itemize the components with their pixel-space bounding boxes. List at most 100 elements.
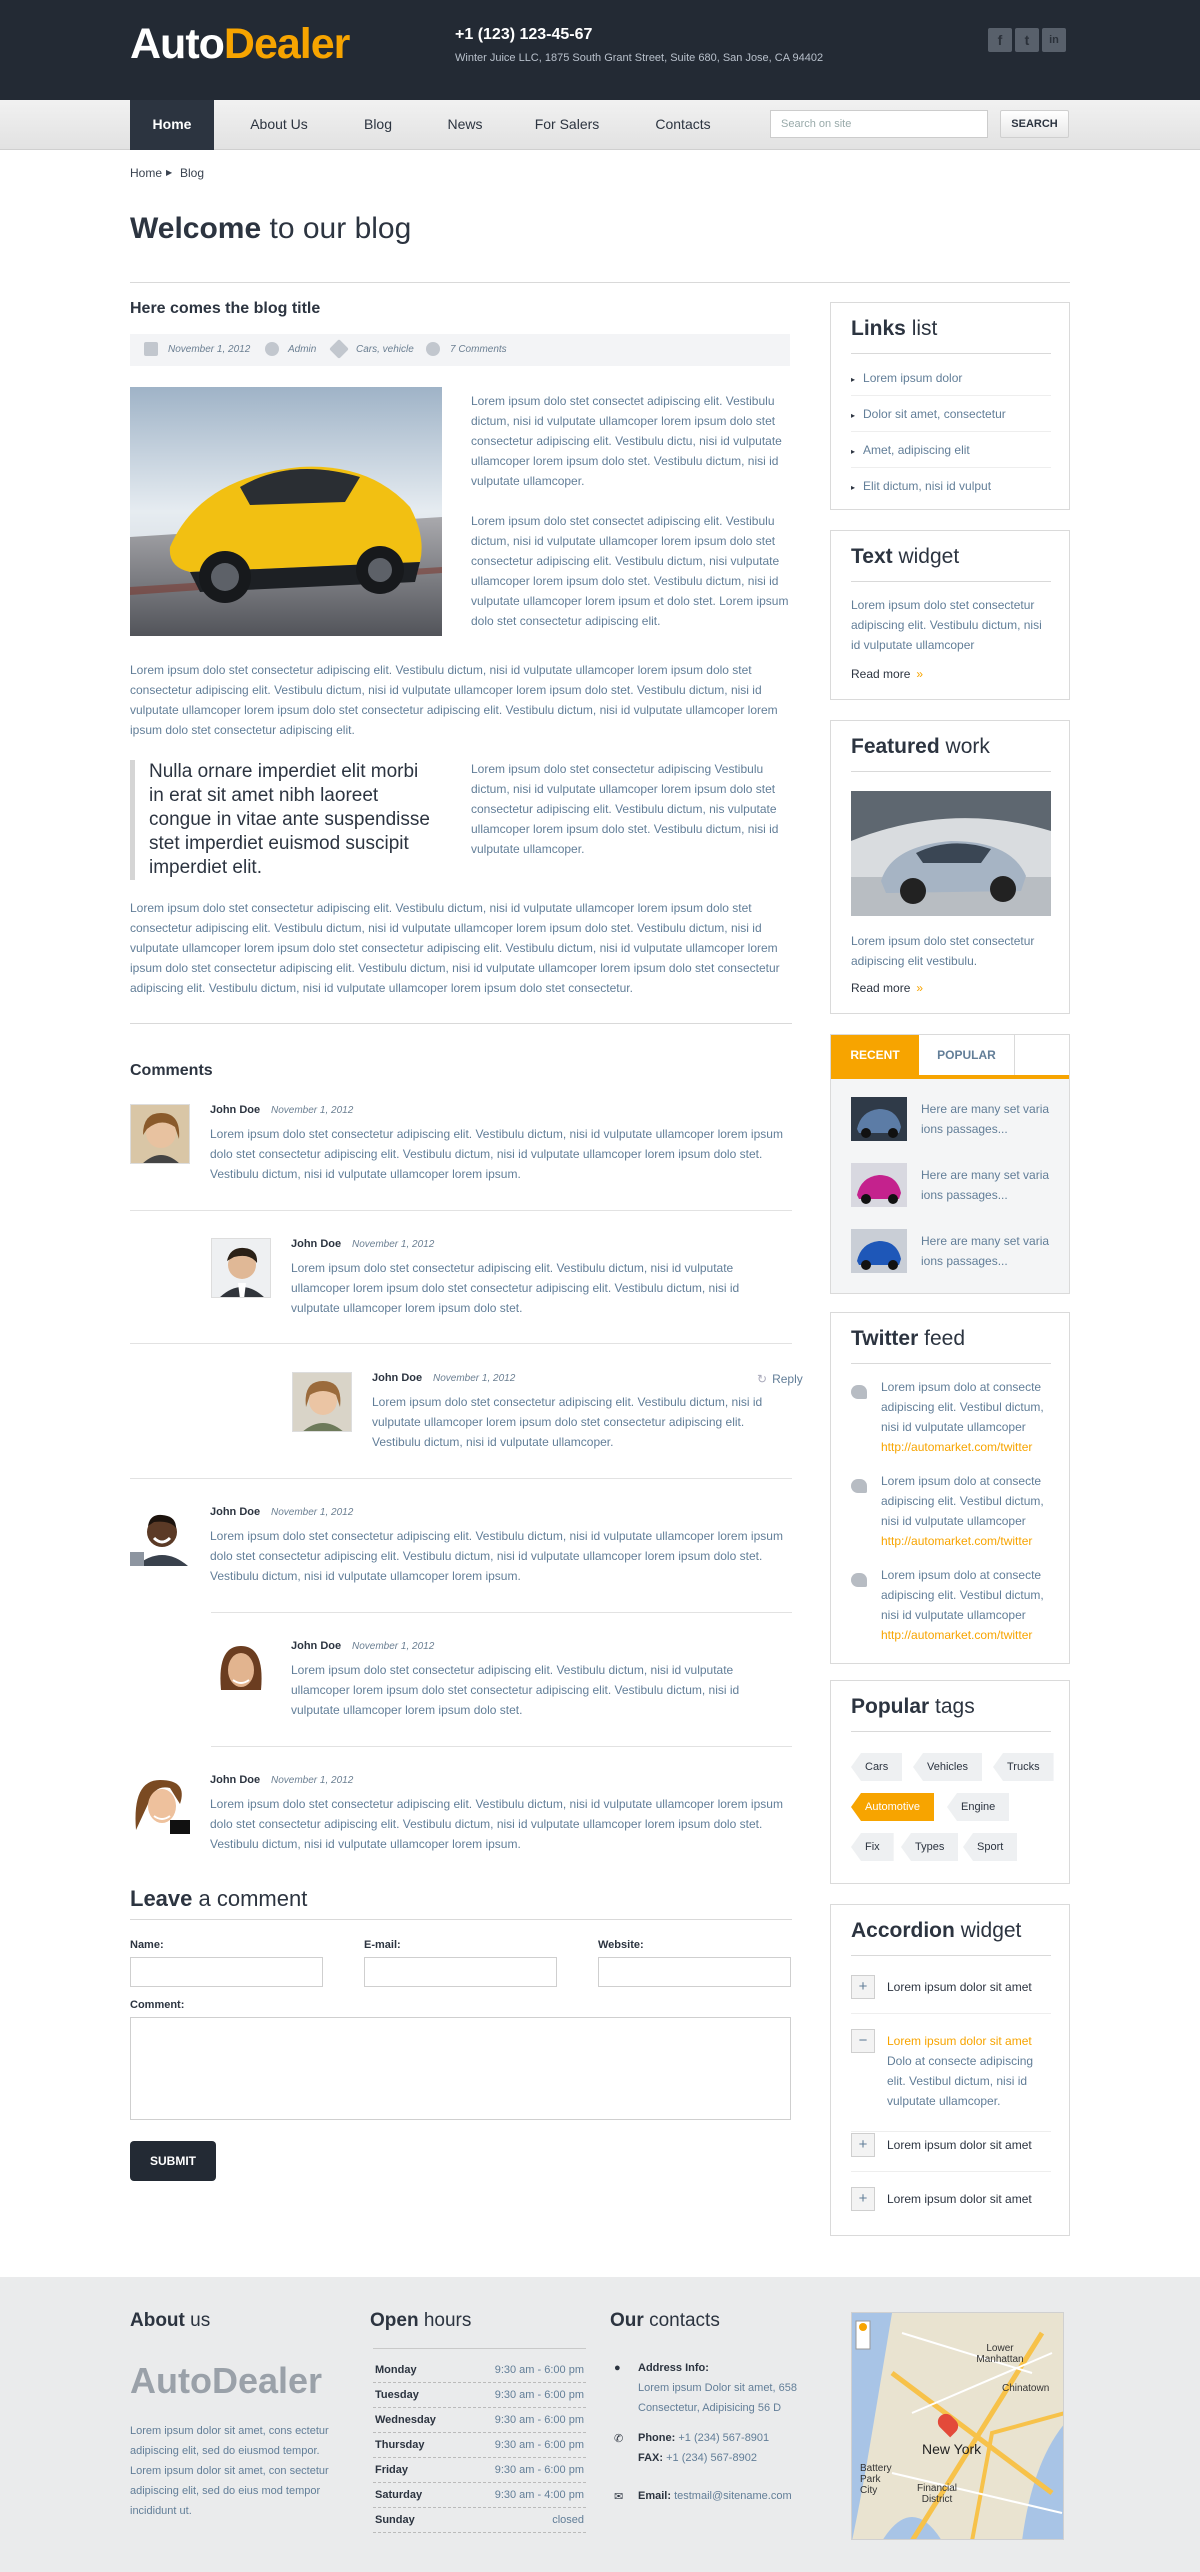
twitter-bird-icon — [851, 1573, 867, 1587]
nav-contacts[interactable]: Contacts — [638, 100, 728, 150]
tweet-link[interactable]: http://automarket.com/twitter — [881, 1625, 1053, 1645]
comment-textarea[interactable] — [130, 2017, 791, 2120]
post-comments-count[interactable]: 7 Comments — [450, 344, 507, 355]
tab-recent[interactable]: RECENT — [831, 1035, 919, 1075]
nav-about[interactable]: About Us — [230, 100, 328, 150]
submit-button[interactable]: SUBMIT — [130, 2141, 216, 2181]
hours-row: Thursday 9:30 am - 6:00 pm — [373, 2433, 586, 2458]
accordion-divider — [851, 2171, 1051, 2172]
post-author[interactable]: Admin — [288, 344, 316, 355]
tag-types[interactable]: Types — [901, 1833, 959, 1861]
post-divider — [130, 1023, 792, 1024]
footer-about-title: About us — [130, 2310, 210, 2332]
leave-title-bold: Leave — [130, 1886, 193, 1911]
comment-author: John Doe — [372, 1372, 423, 1384]
email-value: testmail@sitename.com — [674, 2490, 792, 2502]
name-field[interactable] — [130, 1957, 323, 1987]
breadcrumb-current: Blog — [180, 166, 205, 180]
link-divider — [851, 467, 1051, 468]
hours-row: Tuesday 9:30 am - 6:00 pm — [373, 2383, 586, 2408]
post-meta: November 1, 2012 Admin Cars, vehicle 7 C… — [130, 334, 790, 366]
nav-news[interactable]: News — [430, 100, 500, 150]
facebook-icon[interactable]: f — [988, 28, 1012, 52]
nav-home[interactable]: Home — [130, 100, 214, 150]
text-title-rest: widget — [898, 545, 960, 568]
post-blockquote: Nulla ornare imperdiet elit morbi in era… — [130, 760, 435, 880]
comment-item: John Doe November 1, 2012 Lorem ipsum do… — [211, 1238, 792, 1338]
plus-icon[interactable]: + — [851, 2187, 875, 2211]
twitter-icon[interactable]: t — [1015, 28, 1039, 52]
comment-text: Lorem ipsum dolo stet consectetur adipis… — [372, 1395, 763, 1449]
recent-item[interactable]: Here are many set varia ions passages... — [851, 1229, 1061, 1273]
widget-divider — [851, 1363, 1051, 1364]
accordion-title-rest: widget — [960, 1919, 1022, 1942]
nav-blog[interactable]: Blog — [348, 100, 408, 150]
read-more-link[interactable]: Read more » — [851, 981, 923, 995]
tab-popular[interactable]: POPULAR — [919, 1035, 1015, 1075]
reply-link[interactable]: ↻ Reply — [757, 1372, 803, 1386]
accordion-item-label[interactable]: Lorem ipsum dolor sit amet — [887, 2192, 1032, 2206]
fax-label: FAX: — [638, 2452, 664, 2464]
avatar — [211, 1238, 271, 1298]
tag-trucks[interactable]: Trucks — [993, 1753, 1054, 1781]
map-label: Lower Manhattan — [976, 2343, 1024, 2365]
comment-date: November 1, 2012 — [271, 1507, 354, 1518]
link-item[interactable]: Elit dictum, nisi id vulput — [851, 479, 1051, 493]
hours-time: 9:30 am - 6:00 pm — [494, 2414, 584, 2426]
hours-day: Friday — [375, 2464, 409, 2476]
post-title[interactable]: Here comes the blog title — [130, 300, 320, 318]
tag-vehicles[interactable]: Vehicles — [913, 1753, 982, 1781]
reply-icon: ↻ — [757, 1372, 768, 1386]
tag-sport[interactable]: Sport — [963, 1833, 1018, 1861]
site-logo[interactable]: AutoDealer — [130, 20, 350, 69]
phone-label: Phone: — [638, 2432, 676, 2444]
plus-icon[interactable]: + — [851, 2133, 875, 2157]
accordion-item-label[interactable]: Lorem ipsum dolor sit amet — [887, 2138, 1032, 2152]
tag-automotive[interactable]: Automotive — [851, 1793, 935, 1821]
avatar — [292, 1372, 352, 1432]
nav-for-salers[interactable]: For Salers — [518, 100, 616, 150]
post-tags[interactable]: Cars, vehicle — [356, 344, 414, 355]
website-field[interactable] — [598, 1957, 791, 1987]
tweet-link[interactable]: http://automarket.com/twitter — [881, 1437, 1053, 1457]
tab-underline — [831, 1075, 1069, 1079]
email-field[interactable] — [364, 1957, 557, 1987]
hours-row: Monday 9:30 am - 6:00 pm — [373, 2358, 586, 2383]
plus-icon[interactable]: + — [851, 1975, 875, 1999]
read-more-link[interactable]: Read more » — [851, 667, 923, 681]
search-button[interactable]: SEARCH — [1000, 110, 1069, 138]
link-item[interactable]: Lorem ipsum dolor — [851, 371, 1051, 385]
contact-email[interactable]: Email: testmail@sitename.com — [638, 2486, 838, 2506]
arrow-icon: » — [916, 667, 924, 681]
comment-author: John Doe — [291, 1640, 342, 1652]
recent-item[interactable]: Here are many set varia ions passages... — [851, 1097, 1061, 1141]
accordion-item-label[interactable]: Lorem ipsum dolor sit amet — [887, 1980, 1032, 1994]
search-input[interactable]: Search on site — [770, 110, 988, 138]
twitter-bird-icon — [851, 1385, 867, 1399]
footer-logo[interactable]: AutoDealer — [130, 2360, 322, 2402]
twitter-widget: Twitter feed Lorem ipsum dolo at consect… — [830, 1312, 1070, 1664]
tag-fix[interactable]: Fix — [851, 1833, 894, 1861]
linkedin-icon[interactable]: in — [1042, 28, 1066, 52]
about-title-rest: us — [190, 2310, 211, 2331]
featured-image-silver-car[interactable] — [851, 791, 1051, 916]
tag-engine[interactable]: Engine — [947, 1793, 1010, 1821]
tag-cars[interactable]: Cars — [851, 1753, 903, 1781]
breadcrumb-home[interactable]: Home — [130, 166, 162, 180]
recent-item[interactable]: Here are many set varia ions passages... — [851, 1163, 1061, 1207]
hours-row: Wednesday 9:30 am - 6:00 pm — [373, 2408, 586, 2433]
accordion-item-label[interactable]: Lorem ipsum dolor sit amet — [887, 2034, 1032, 2048]
hours-day: Sunday — [375, 2514, 415, 2526]
footer-map[interactable]: Lower Manhattan Chinatown New York Batte… — [851, 2312, 1064, 2540]
link-item[interactable]: Dolor sit amet, consectetur — [851, 407, 1051, 421]
tweet-link[interactable]: http://automarket.com/twitter — [881, 1531, 1053, 1551]
link-item[interactable]: Amet, adipiscing elit — [851, 443, 1051, 457]
website-label: Website: — [598, 1939, 644, 1951]
comment-item: John Doe November 1, 2012 Lorem ipsum do… — [130, 1506, 792, 1606]
minus-icon[interactable]: − — [851, 2029, 875, 2053]
tags-title-rest: tags — [935, 1695, 975, 1718]
widget-divider — [851, 353, 1051, 354]
post-paragraph-1: Lorem ipsum dolo stet consectet adipisci… — [471, 394, 782, 488]
featured-title-bold: Featured — [851, 735, 940, 758]
comment-text: Lorem ipsum dolo stet consectetur adipis… — [210, 1797, 783, 1851]
